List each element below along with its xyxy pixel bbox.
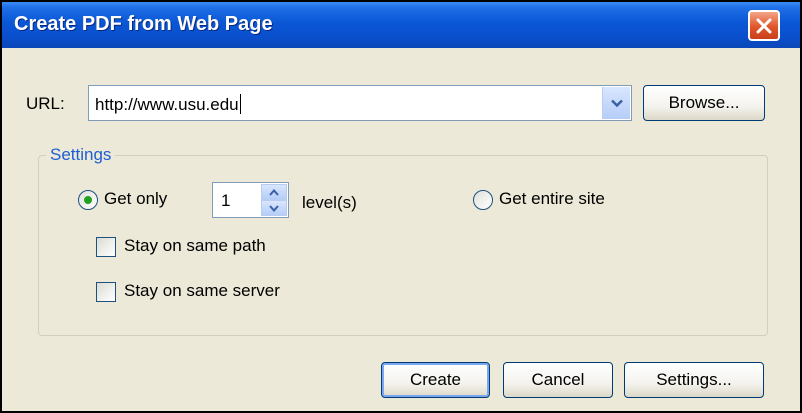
text-caret [239,94,241,114]
window-title: Create PDF from Web Page [14,13,273,35]
close-x-icon [756,18,772,34]
url-input[interactable]: http://www.usu.edu [95,94,241,115]
settings-button[interactable]: Settings... [624,362,764,398]
arrow-down-icon [269,205,279,212]
stay-on-same-path-label[interactable]: Stay on same path [124,236,266,256]
levels-increment-button[interactable] [261,184,287,200]
get-entire-site-label[interactable]: Get entire site [499,189,605,209]
create-button[interactable]: Create [381,362,490,398]
title-bar[interactable]: Create PDF from Web Page [2,2,800,48]
url-label: URL: [26,94,65,113]
url-dropdown-button[interactable] [602,87,630,119]
stay-on-same-path-checkbox[interactable] [96,237,116,257]
radio-selected-dot [84,196,92,204]
levels-spin-buttons [261,184,287,216]
levels-value[interactable]: 1 [221,191,230,211]
browse-button[interactable]: Browse... [643,85,765,121]
create-pdf-dialog: Create PDF from Web Page URL: http://www… [0,0,802,413]
levels-spinbox[interactable]: 1 [212,182,289,218]
levels-decrement-button[interactable] [261,200,287,216]
get-entire-site-radio[interactable] [473,190,493,210]
chevron-down-icon [611,99,623,108]
get-only-label[interactable]: Get only [104,189,167,209]
arrow-up-icon [269,189,279,196]
url-value: http://www.usu.edu [95,95,239,114]
levels-unit-label: level(s) [302,193,357,212]
close-button[interactable] [748,10,780,41]
url-combobox[interactable]: http://www.usu.edu [88,85,632,121]
get-only-radio[interactable] [78,190,98,210]
cancel-button[interactable]: Cancel [503,362,613,398]
stay-on-same-server-label[interactable]: Stay on same server [124,281,280,301]
stay-on-same-server-checkbox[interactable] [96,282,116,302]
settings-group-legend: Settings [46,145,116,165]
